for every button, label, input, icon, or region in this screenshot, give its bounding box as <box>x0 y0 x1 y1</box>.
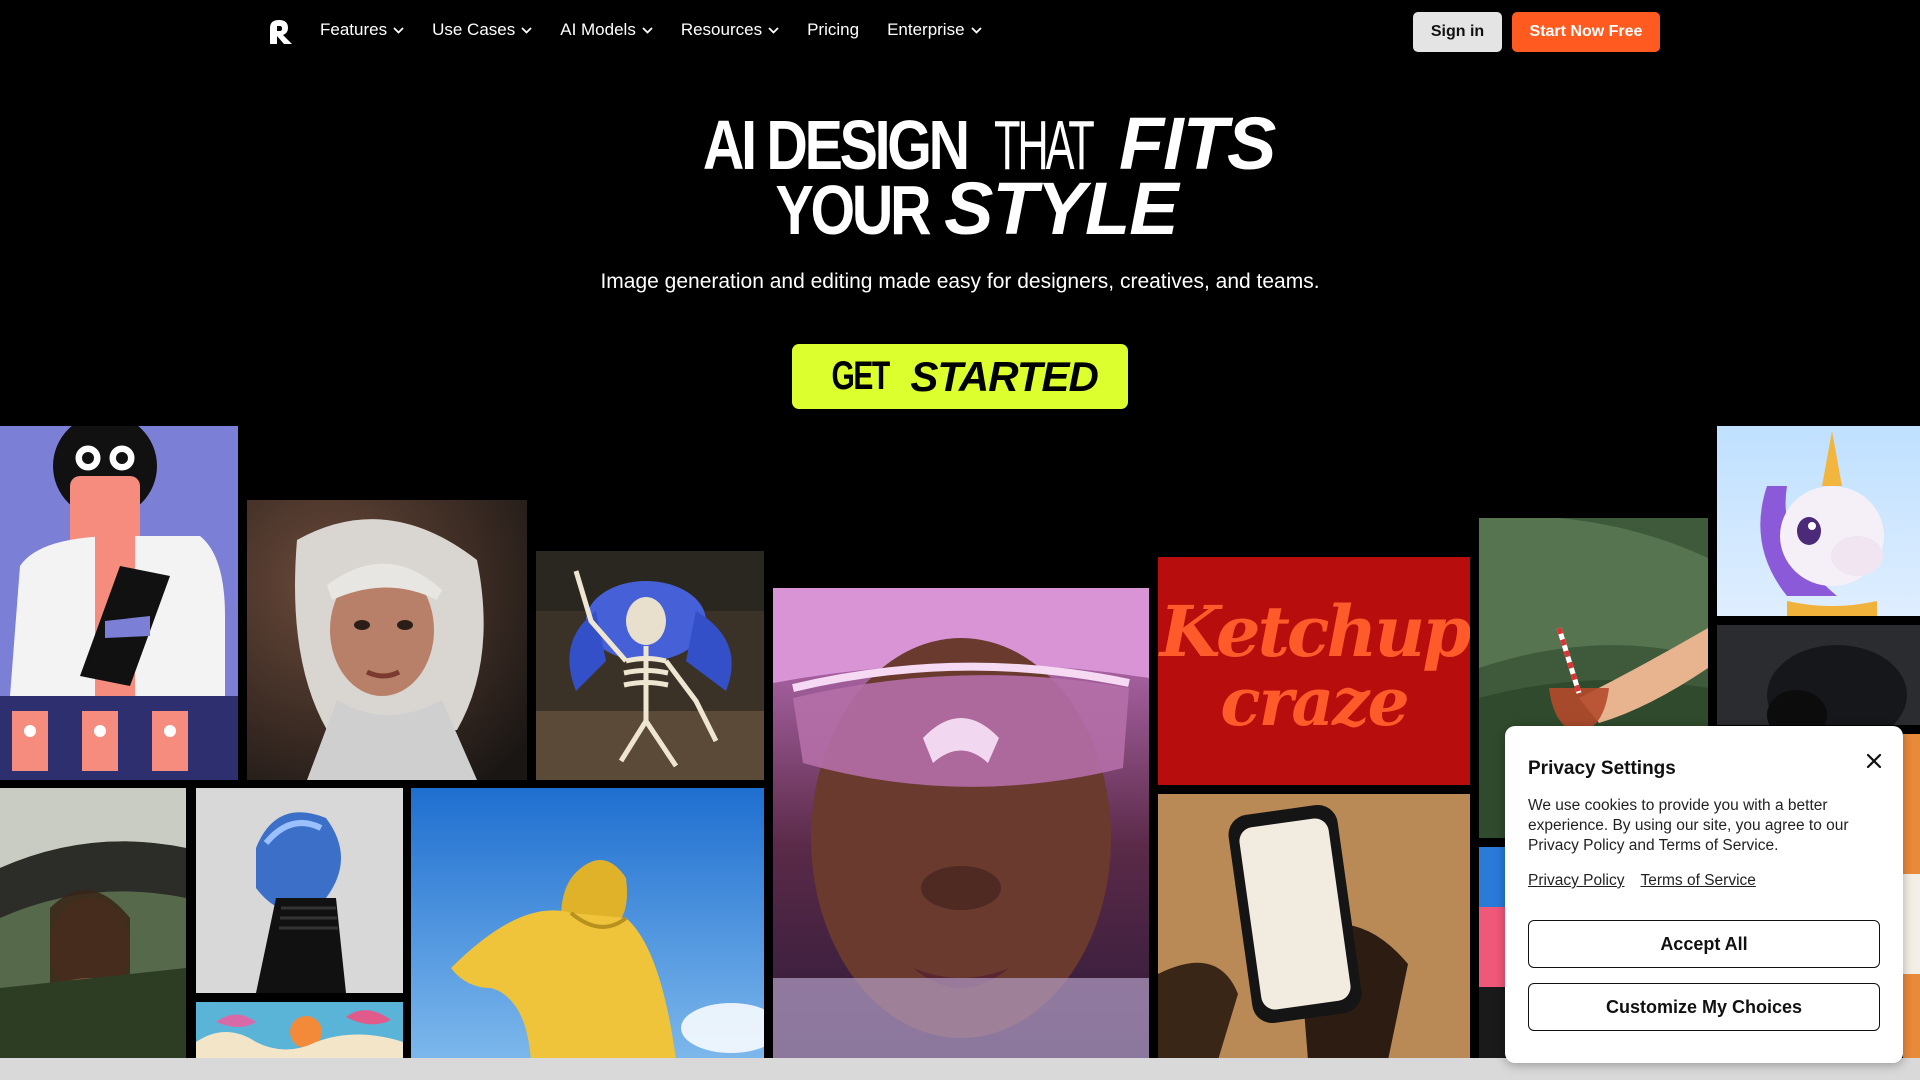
sign-in-button[interactable]: Sign in <box>1413 12 1502 52</box>
nav-use-cases[interactable]: Use Cases <box>432 20 532 40</box>
nav-resources-label: Resources <box>680 20 763 39</box>
nav-ai-models[interactable]: AI Models <box>560 20 653 40</box>
chevron-down-icon <box>642 26 653 34</box>
close-icon[interactable] <box>1865 752 1883 770</box>
headline-line-1: AI DESIGN THAT FITS <box>0 106 1920 184</box>
privacy-policy-link[interactable]: Privacy Policy <box>1528 872 1624 890</box>
headline-word-ai-design: AI DESIGN <box>702 106 970 184</box>
hero-headline: AI DESIGN THAT FITS YOUR STYLE <box>0 106 1920 249</box>
gallery-man-in-car <box>0 788 186 1058</box>
cta-word-started: STARTED <box>910 352 1098 400</box>
privacy-links: Privacy Policy Terms of Service <box>1528 872 1756 890</box>
headline-line-2: YOUR STYLE <box>0 171 1920 249</box>
chevron-down-icon <box>393 26 404 34</box>
headline-word-your: YOUR <box>775 171 932 249</box>
gallery-hand-holding-phone <box>1158 794 1470 1060</box>
chevron-down-icon <box>970 26 982 34</box>
gallery-scientist-illustration <box>0 426 238 780</box>
nav-features-label: Features <box>320 20 388 39</box>
gallery-right-edge-partial <box>1903 734 1920 1060</box>
nav-features[interactable]: Features <box>320 20 404 40</box>
nav-pricing[interactable]: Pricing <box>807 20 859 40</box>
hero-subtitle: Image generation and editing made easy f… <box>600 270 1320 293</box>
ketchup-word-2: craze <box>1220 663 1409 741</box>
gallery-skeleton-blue-hair <box>536 551 764 780</box>
nav-resources[interactable]: Resources <box>681 20 779 40</box>
headline-word-that: THAT <box>993 106 1095 184</box>
gallery-silver-hair-portrait <box>247 500 527 780</box>
nav-enterprise-label: Enterprise <box>887 20 965 39</box>
privacy-settings-body: We use cookies to provide you with a bet… <box>1528 797 1849 854</box>
gallery-goggles-portrait <box>773 588 1149 1060</box>
gallery-yellow-hoodie-sky <box>411 788 764 1060</box>
nav-pricing-label: Pricing <box>807 20 860 39</box>
gallery-dark-headphones <box>1717 625 1920 725</box>
brand-logo-icon[interactable] <box>266 18 294 46</box>
gallery-3d-unicorn <box>1717 426 1920 616</box>
nav-enterprise[interactable]: Enterprise <box>887 20 982 40</box>
get-started-button[interactable]: GET STARTED <box>792 344 1128 409</box>
nav-use-cases-label: Use Cases <box>432 20 516 39</box>
top-navigation: Features Use Cases AI Models Resources P… <box>0 0 1920 62</box>
terms-of-service-link[interactable]: Terms of Service <box>1640 872 1755 890</box>
start-now-free-button[interactable]: Start Now Free <box>1512 12 1660 52</box>
cta-word-get: GET <box>831 354 891 398</box>
gallery-ketchup-craze: Ketchup craze <box>1158 557 1470 785</box>
privacy-settings-dialog: Privacy Settings We use cookies to provi… <box>1505 726 1903 1063</box>
gallery-cartoon-landscape <box>196 1002 403 1058</box>
nav-ai-models-label: AI Models <box>560 20 636 39</box>
accept-all-button[interactable]: Accept All <box>1528 920 1880 968</box>
ketchup-logo-text: Ketchup craze <box>1158 590 1470 741</box>
customize-choices-button[interactable]: Customize My Choices <box>1528 983 1880 1031</box>
chevron-down-icon <box>521 26 532 34</box>
privacy-settings-title: Privacy Settings <box>1528 758 1676 779</box>
gallery-colorful-partial <box>1479 847 1505 1060</box>
nav-menu: Features Use Cases AI Models Resources P… <box>320 20 982 40</box>
chevron-down-icon <box>768 26 779 34</box>
ketchup-word-1: Ketchup <box>1159 590 1470 673</box>
gallery-blue-blob-sculpture <box>196 788 403 993</box>
